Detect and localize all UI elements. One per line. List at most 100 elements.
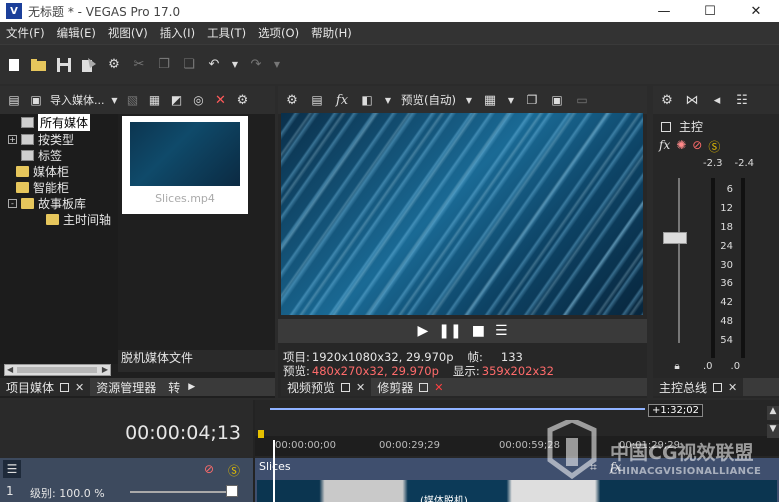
timeline-overview-bar[interactable] <box>270 408 645 410</box>
tab-master-bus[interactable]: 主控总线 ✕ <box>653 378 744 396</box>
tab-transitions[interactable]: 转 <box>162 378 186 396</box>
tree-item-main-timeline[interactable]: 主时间轴 <box>46 211 111 227</box>
master-fader-track[interactable] <box>678 178 680 343</box>
mixer-icon[interactable]: ☷ <box>734 92 750 108</box>
new-icon[interactable] <box>6 57 22 73</box>
downmix-icon[interactable]: ⋈ <box>684 92 700 108</box>
extract-icon[interactable]: ◎ <box>191 92 207 108</box>
lock-icon[interactable]: 🔒︎ <box>669 358 685 374</box>
playhead-cursor[interactable] <box>273 440 275 502</box>
stop-icon[interactable]: ■ <box>472 323 485 339</box>
close-icon[interactable]: ✕ <box>75 381 84 394</box>
undock-icon[interactable] <box>341 382 351 392</box>
dim-output-icon[interactable]: ◂ <box>709 92 725 108</box>
quality-dropdown-icon[interactable]: ▼ <box>465 92 473 108</box>
automation-icon[interactable]: ✺ <box>676 138 686 155</box>
settings-icon[interactable]: ⚙ <box>235 92 251 108</box>
menu-insert[interactable]: 插入(I) <box>154 25 201 41</box>
collapse-icon[interactable]: - <box>8 198 17 208</box>
grid-dropdown-icon[interactable]: ▼ <box>507 92 515 108</box>
redo-dropdown-icon[interactable]: ▼ <box>273 57 281 73</box>
tab-video-preview[interactable]: 视频预览 ✕ <box>281 378 372 396</box>
mute-icon[interactable]: ⊘ <box>204 462 214 476</box>
grid-icon[interactable]: ▦ <box>482 92 498 108</box>
gear-icon[interactable]: ⚙ <box>659 92 675 108</box>
tree-horizontal-scrollbar[interactable]: ◀ ▶ <box>4 364 111 376</box>
device-icon[interactable]: ▤ <box>309 92 325 108</box>
menu-edit[interactable]: 编辑(E) <box>51 25 102 41</box>
import-media-button[interactable]: 导入媒体... <box>50 92 105 108</box>
menu-options[interactable]: 选项(O) <box>252 25 305 41</box>
minimize-button[interactable]: — <box>641 0 687 22</box>
import-media-icon[interactable]: ▣ <box>28 92 44 108</box>
track-level-knob[interactable] <box>226 485 238 497</box>
menu-view[interactable]: 视图(V) <box>102 25 154 41</box>
undo-icon[interactable]: ↶ <box>206 57 222 73</box>
scrollbar-thumb[interactable] <box>17 367 97 373</box>
save-snapshot-icon[interactable]: ▣ <box>549 92 565 108</box>
redo-icon[interactable]: ↷ <box>248 57 264 73</box>
close-icon[interactable]: ✕ <box>356 381 365 394</box>
gear-icon[interactable]: ⚙ <box>106 57 122 73</box>
close-icon[interactable]: ✕ <box>728 381 737 394</box>
tree-item-all-media[interactable]: 所有媒体 <box>8 113 91 131</box>
master-fader-knob[interactable] <box>663 232 687 244</box>
project-label: 项目: <box>283 350 310 364</box>
maximize-button[interactable]: ☐ <box>687 0 733 22</box>
menu-file[interactable]: 文件(F) <box>0 25 51 41</box>
track-menu-icon[interactable]: ☰ <box>3 460 21 478</box>
import-dropdown-icon[interactable]: ▼ <box>111 92 119 108</box>
copy-icon[interactable]: ❐ <box>156 57 172 73</box>
tab-explorer[interactable]: 资源管理器 <box>90 378 162 396</box>
undock-icon[interactable] <box>60 382 70 392</box>
tab-scroll-right-icon[interactable]: ▶ <box>186 378 197 396</box>
open-icon[interactable] <box>31 57 47 73</box>
get-media-icon[interactable]: ▦ <box>147 92 163 108</box>
expand-icon[interactable]: + <box>8 134 17 144</box>
tab-project-media[interactable]: 项目媒体 ✕ <box>0 378 91 396</box>
split-dropdown-icon[interactable]: ▼ <box>384 92 392 108</box>
cut-icon[interactable]: ✂ <box>131 57 147 73</box>
menu-icon[interactable]: ☰ <box>495 323 508 339</box>
tab-trimmer[interactable]: 修剪器 ✕ <box>371 378 449 396</box>
fx-icon[interactable]: fx <box>659 138 670 155</box>
undock-icon[interactable] <box>713 382 723 392</box>
copy-snapshot-icon[interactable]: ❐ <box>524 92 540 108</box>
undo-dropdown-icon[interactable]: ▼ <box>231 57 239 73</box>
preview-quality-select[interactable]: 预览(自动) <box>401 92 456 108</box>
overlay-icon[interactable]: ▭ <box>574 92 590 108</box>
timeline-scroll-up-icon[interactable]: ▲ <box>767 406 779 420</box>
tree-item-tags[interactable]: 标签 <box>8 147 62 163</box>
tree-item-smart-bin[interactable]: 智能柜 <box>16 179 69 195</box>
undock-icon[interactable] <box>419 382 429 392</box>
solo-icon[interactable]: Ⓢ <box>708 138 720 155</box>
mute-icon[interactable]: ⊘ <box>692 138 702 155</box>
master-checkbox[interactable] <box>661 121 671 132</box>
loop-marker-icon[interactable] <box>258 430 264 438</box>
media-item-card[interactable]: Slices.mp4 <box>122 116 248 214</box>
gear-icon[interactable]: ⚙ <box>284 92 300 108</box>
play-icon[interactable]: ▶ <box>417 323 428 339</box>
timecode-display: 00:00:04;13 <box>125 422 241 444</box>
fx-icon[interactable]: fx <box>334 92 350 108</box>
tree-toggle-icon[interactable]: ▤ <box>6 92 22 108</box>
paste-icon[interactable]: ❏ <box>181 57 197 73</box>
capture-icon[interactable]: ▧ <box>125 92 141 108</box>
close-icon[interactable]: ✕ <box>434 381 443 394</box>
save-icon[interactable] <box>56 57 72 73</box>
burn-icon[interactable]: ◩ <box>169 92 185 108</box>
render-icon[interactable] <box>81 57 97 73</box>
track-level-slider[interactable] <box>130 491 230 493</box>
tree-item-label: 所有媒体 <box>38 113 91 131</box>
menu-tools[interactable]: 工具(T) <box>201 25 252 41</box>
split-view-icon[interactable]: ◧ <box>359 92 375 108</box>
remove-icon[interactable]: ✕ <box>213 92 229 108</box>
solo-icon[interactable]: Ⓢ <box>228 462 240 479</box>
close-button[interactable]: ✕ <box>733 0 779 22</box>
menu-help[interactable]: 帮助(H) <box>305 25 358 41</box>
tree-item-storyboard[interactable]: - 故事板库 <box>8 195 86 211</box>
tree-item-by-type[interactable]: + 按类型 <box>8 131 74 147</box>
tree-item-media-bin[interactable]: 媒体柜 <box>16 163 69 179</box>
master-peak-levels: -2.3 -2.4 <box>703 158 754 169</box>
pause-icon[interactable]: ❚❚ <box>438 323 461 339</box>
